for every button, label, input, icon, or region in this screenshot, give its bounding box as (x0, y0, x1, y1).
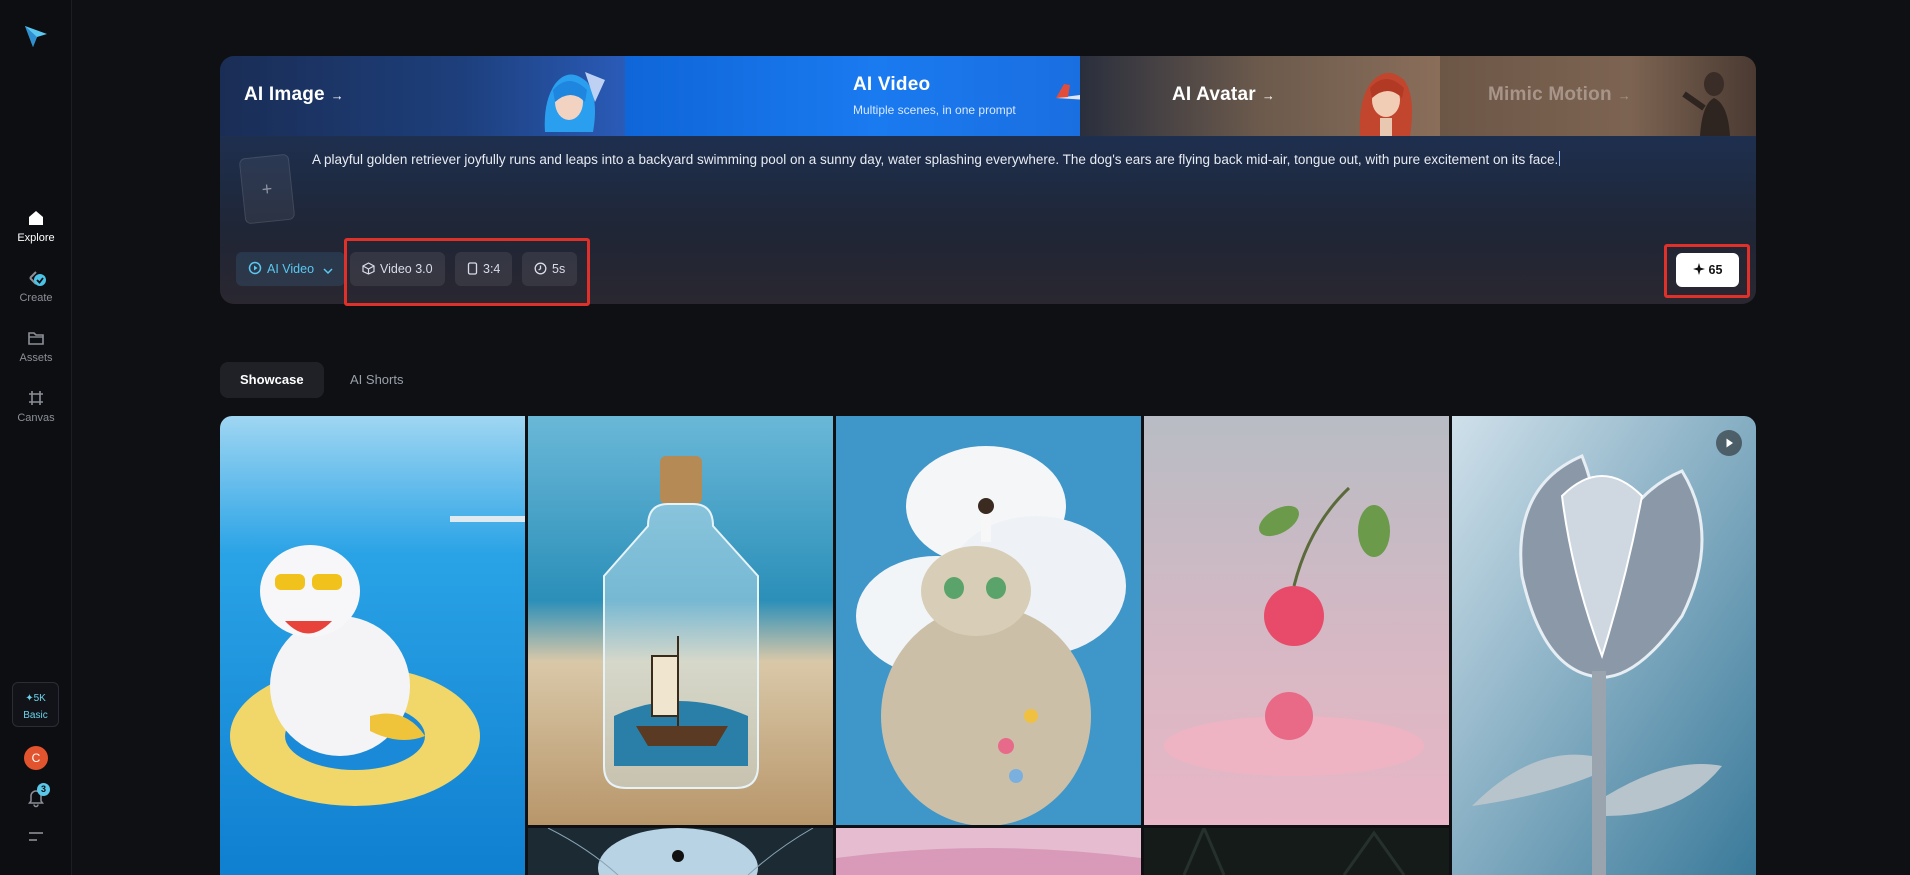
pink-field-image (836, 828, 1141, 875)
gallery-item-ship-bottle[interactable] (528, 416, 833, 825)
sidebar-item-create[interactable]: Create (0, 268, 72, 304)
tab-mimic-motion[interactable]: Mimic Motion → (1440, 56, 1756, 136)
cat-pool-image (220, 416, 525, 875)
dark-forest-image (1144, 828, 1449, 875)
prompt-text: A playful golden retriever joyfully runs… (312, 152, 1559, 167)
gallery-item-cloud-cat[interactable] (836, 416, 1141, 825)
ship-bottle-image (528, 416, 833, 825)
sidebar-item-canvas[interactable]: Canvas (0, 388, 72, 424)
mode-tabs: AI Image → AI Video Multiple scenes, in o… (220, 56, 1756, 136)
sidebar: Explore Create Assets Canvas ✦5K Basic C… (0, 0, 72, 875)
menu-icon[interactable] (27, 830, 45, 844)
plan-label: Basic (23, 710, 48, 721)
tab-label: AI Video (853, 74, 931, 95)
sidebar-item-assets[interactable]: Assets (0, 328, 72, 364)
sparkle-icon (1692, 263, 1705, 275)
creation-panel: AI Image → AI Video Multiple scenes, in o… (220, 56, 1756, 304)
gallery-item-dark-forest[interactable] (1144, 828, 1449, 875)
dancer-illustration (1682, 72, 1730, 136)
gallery-item-cat-pool[interactable] (220, 416, 525, 875)
create-icon (29, 271, 46, 286)
credits-badge[interactable]: ✦5K Basic (12, 682, 59, 727)
chrome-tulip-image (1452, 416, 1756, 875)
upload-reference-button[interactable]: + (238, 153, 296, 225)
canvas-icon (29, 391, 43, 405)
play-button[interactable] (1716, 430, 1742, 456)
tab-ai-avatar[interactable]: AI Avatar → (1080, 56, 1440, 136)
portrait-ratio-icon (467, 262, 478, 275)
mode-dropdown[interactable]: AI Video (236, 252, 345, 286)
red-hair-avatar-illustration (1359, 72, 1412, 136)
duration-selector[interactable]: 5s (522, 252, 578, 286)
tab-label: AI Avatar (1172, 84, 1256, 105)
arrow-right-icon: → (1617, 88, 1631, 103)
gallery-item-cherries[interactable] (1144, 416, 1449, 825)
spider-cave-image (547, 828, 814, 875)
tab-label: Mimic Motion (1488, 84, 1612, 105)
sidebar-item-label: Explore (17, 232, 55, 244)
arrow-right-icon: → (1261, 88, 1276, 103)
avatar[interactable]: C (24, 746, 48, 770)
gallery-item-pink-field[interactable] (836, 828, 1141, 875)
text-caret (1559, 151, 1561, 166)
model-selector[interactable]: Video 3.0 (350, 252, 445, 286)
blue-hair-girl-illustration (544, 72, 605, 132)
gallery-item-spider-cave[interactable] (528, 828, 833, 875)
generate-cost: 65 (1708, 263, 1723, 277)
gallery-item-chrome-tulip[interactable] (1452, 416, 1756, 875)
ratio-label: 3:4 (483, 262, 501, 276)
home-icon (29, 211, 43, 225)
credits-amount: ✦5K (25, 693, 46, 704)
folder-icon (28, 332, 44, 345)
video-mode-icon (248, 261, 262, 275)
cherries-image (1144, 416, 1449, 825)
generate-button[interactable]: 65 (1676, 253, 1739, 287)
prompt-area: + A playful golden retriever joyfully ru… (220, 136, 1756, 304)
aspect-ratio-selector[interactable]: 3:4 (455, 252, 513, 286)
play-icon (1726, 438, 1733, 448)
showcase-gallery (220, 416, 1756, 875)
prompt-textarea[interactable]: A playful golden retriever joyfully runs… (312, 150, 1712, 170)
chevron-down-icon (322, 268, 333, 275)
sidebar-item-label: Create (19, 292, 53, 304)
arrow-right-icon: → (330, 88, 344, 103)
cloud-cat-image (836, 416, 1141, 825)
tab-label: AI Image (244, 84, 325, 105)
duration-label: 5s (552, 262, 566, 276)
tab-showcase[interactable]: Showcase (220, 362, 324, 398)
logo-icon[interactable] (22, 22, 50, 50)
cube-icon (362, 262, 375, 275)
tab-subtitle: Multiple scenes, in one prompt (853, 103, 1016, 117)
tab-ai-image[interactable]: AI Image → (220, 56, 625, 136)
sidebar-item-label: Canvas (17, 412, 55, 424)
tab-ai-video[interactable]: AI Video Multiple scenes, in one prompt (625, 56, 1140, 136)
sidebar-item-label: Assets (19, 352, 53, 364)
notification-badge: 3 (37, 783, 50, 796)
sidebar-item-explore[interactable]: Explore (0, 208, 72, 244)
clock-icon (534, 262, 547, 275)
model-label: Video 3.0 (380, 262, 433, 276)
mode-label: AI Video (267, 262, 315, 276)
tab-ai-shorts[interactable]: AI Shorts (330, 362, 423, 398)
